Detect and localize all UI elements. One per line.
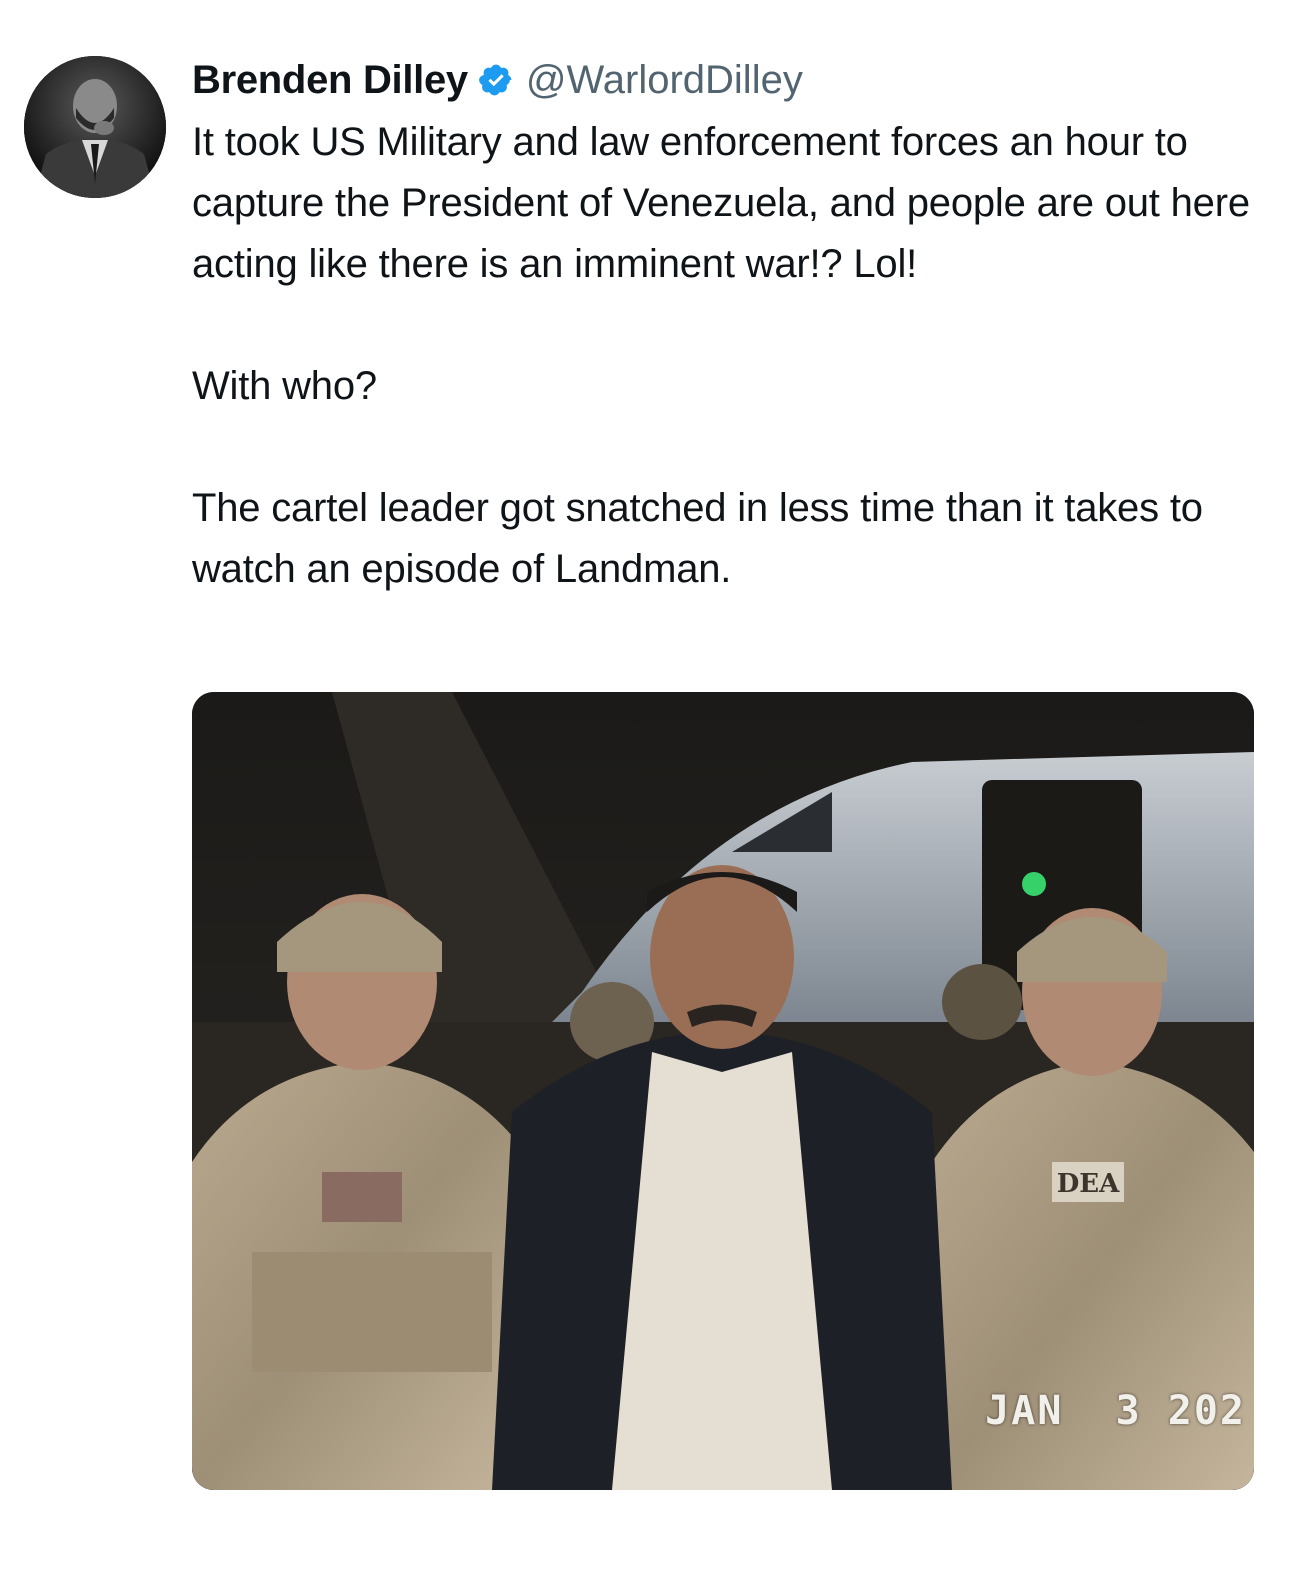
- tweet-paragraph-1: It took US Military and law enforcement …: [192, 120, 1250, 286]
- tweet-media-photo[interactable]: DEA JAN 3 202: [192, 692, 1254, 1490]
- verified-badge-icon: [478, 62, 514, 98]
- avatar-photo-icon: [24, 56, 166, 198]
- photo-scene: DEA: [192, 692, 1254, 1490]
- tweet-text: It took US Military and law enforcement …: [192, 112, 1262, 600]
- author-display-name[interactable]: Brenden Dilley: [192, 58, 468, 103]
- tweet-container: Brenden Dilley @WarlordDilley It took US…: [0, 0, 1289, 1576]
- tweet-header: Brenden Dilley @WarlordDilley: [192, 52, 803, 108]
- photo-date-stamp: JAN 3 202: [985, 1388, 1246, 1434]
- author-handle[interactable]: @WarlordDilley: [526, 58, 803, 103]
- tweet-paragraph-3: The cartel leader got snatched in less t…: [192, 486, 1203, 591]
- author-avatar[interactable]: [24, 56, 166, 198]
- dea-patch: DEA: [1057, 1169, 1120, 1199]
- tweet-paragraph-2: With who?: [192, 364, 377, 408]
